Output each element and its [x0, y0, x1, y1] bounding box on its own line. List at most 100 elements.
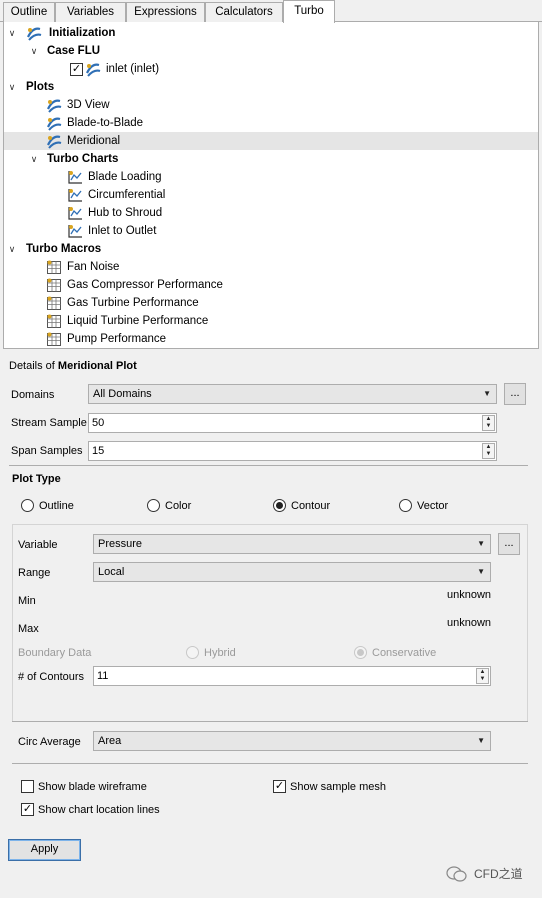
max-label: Max [18, 623, 39, 635]
chevron-down-icon[interactable]: ∨ [7, 78, 17, 96]
spinner-icon[interactable]: ▲ ▼ [482, 415, 495, 431]
radio-conservative-label[interactable]: Conservative [372, 646, 436, 660]
radio-hybrid[interactable] [186, 646, 199, 659]
contours-value: 11 [97, 670, 109, 682]
radio-color-label[interactable]: Color [165, 499, 191, 513]
tree-item-hub-to-shroud[interactable]: Hub to Shroud [88, 204, 162, 222]
macro-icon [47, 278, 61, 292]
span-samples-value: 15 [92, 445, 105, 457]
chart-icon [68, 188, 83, 202]
min-value: unknown [447, 589, 492, 601]
radio-color[interactable] [147, 499, 160, 512]
boundary-icon [85, 62, 102, 77]
radio-conservative[interactable] [354, 646, 367, 659]
plot-icon [46, 134, 63, 149]
min-label: Min [18, 595, 36, 607]
tree-item-3d-view[interactable]: 3D View [67, 96, 110, 114]
dropdown-arrow-icon: ▼ [483, 389, 491, 398]
tree-item-fan-noise[interactable]: Fan Noise [67, 258, 119, 276]
plot-icon [46, 98, 63, 113]
circ-average-label: Circ Average [18, 736, 81, 748]
tree-item-gas-compressor[interactable]: Gas Compressor Performance [67, 276, 223, 294]
tree-item-case-flu[interactable]: Case FLU [47, 42, 100, 60]
radio-outline-label[interactable]: Outline [39, 499, 74, 513]
circ-average-value: Area [98, 735, 122, 747]
sample-mesh-checkbox[interactable]: ✓ [273, 780, 286, 793]
tab-expressions[interactable]: Expressions [126, 2, 205, 22]
tab-bar: Outline Variables Expressions Calculator… [0, 0, 542, 23]
tree-item-blade-to-blade[interactable]: Blade-to-Blade [67, 114, 143, 132]
range-select[interactable]: Local ▼ [93, 562, 491, 582]
tree-item-blade-loading[interactable]: Blade Loading [88, 168, 162, 186]
radio-vector-label[interactable]: Vector [417, 499, 448, 513]
sample-mesh-label[interactable]: Show sample mesh [290, 780, 386, 794]
domains-value: All Domains [93, 388, 152, 400]
chevron-down-icon[interactable]: ∨ [7, 240, 17, 258]
radio-hybrid-label[interactable]: Hybrid [204, 646, 236, 660]
blade-wireframe-label[interactable]: Show blade wireframe [38, 780, 147, 794]
tree-item-circumferential[interactable]: Circumferential [88, 186, 165, 204]
span-samples-label: Span Samples [11, 445, 83, 457]
stream-sample-value: 50 [92, 417, 105, 429]
separator [12, 721, 528, 722]
domains-select[interactable]: All Domains ▼ [88, 384, 497, 404]
spinner-icon[interactable]: ▲ ▼ [476, 668, 489, 684]
tree-item-inlet-to-outlet[interactable]: Inlet to Outlet [88, 222, 156, 240]
tab-calculators[interactable]: Calculators [205, 2, 283, 22]
radio-outline[interactable] [21, 499, 34, 512]
wechat-icon [446, 866, 467, 882]
chart-lines-label[interactable]: Show chart location lines [38, 803, 160, 817]
plot-icon [46, 116, 63, 131]
stream-sample-input[interactable]: 50 ▲ ▼ [88, 413, 497, 433]
boundary-data-label: Boundary Data [18, 647, 92, 659]
watermark-text: CFD之道 [474, 867, 523, 881]
chart-icon [68, 224, 83, 238]
tree-item-gas-turbine[interactable]: Gas Turbine Performance [67, 294, 199, 312]
macro-icon [47, 314, 61, 328]
tab-turbo[interactable]: Turbo [283, 0, 335, 23]
tree-item-pump-performance[interactable]: Pump Performance [67, 330, 166, 348]
tree-item-meridional[interactable]: Meridional [67, 132, 120, 150]
radio-contour-label[interactable]: Contour [291, 499, 330, 513]
details-title: Meridional Plot [57, 360, 137, 372]
tab-variables[interactable]: Variables [55, 2, 126, 22]
tree-item-turbo-macros[interactable]: Turbo Macros [26, 240, 101, 258]
stream-sample-label: Stream Sample [11, 417, 87, 429]
variable-label: Variable [18, 539, 58, 551]
plot-type-heading: Plot Type [12, 473, 61, 485]
circ-average-select[interactable]: Area ▼ [93, 731, 491, 751]
inlet-checkbox[interactable]: ✓ [70, 63, 83, 76]
dropdown-arrow-icon: ▼ [477, 736, 485, 745]
tree-item-liquid-turbine[interactable]: Liquid Turbine Performance [67, 312, 208, 330]
chevron-down-icon[interactable]: ∨ [29, 42, 39, 60]
contours-input[interactable]: 11 ▲ ▼ [93, 666, 491, 686]
range-value: Local [98, 566, 125, 578]
chart-icon [68, 206, 83, 220]
turbo-tree: ∨ Initialization ∨ Case FLU ✓ inlet (inl… [3, 22, 539, 349]
details-header: Details of Meridional Plot [9, 359, 137, 373]
radio-contour[interactable] [273, 499, 286, 512]
chart-lines-checkbox[interactable]: ✓ [21, 803, 34, 816]
tree-item-inlet[interactable]: inlet (inlet) [106, 60, 159, 78]
variable-more-button[interactable]: ... [498, 533, 520, 555]
dropdown-arrow-icon: ▼ [477, 567, 485, 576]
separator [9, 465, 528, 466]
apply-button[interactable]: Apply [8, 839, 81, 861]
blade-wireframe-checkbox[interactable] [21, 780, 34, 793]
chevron-down-icon[interactable]: ∨ [7, 24, 17, 42]
radio-vector[interactable] [399, 499, 412, 512]
domains-more-button[interactable]: ... [504, 383, 526, 405]
details-prefix: Details of [9, 360, 58, 372]
tree-item-turbo-charts[interactable]: Turbo Charts [47, 150, 118, 168]
variable-select[interactable]: Pressure ▼ [93, 534, 491, 554]
initialization-icon [26, 26, 43, 41]
variable-value: Pressure [98, 538, 143, 550]
macro-icon [47, 260, 61, 274]
spinner-icon[interactable]: ▲ ▼ [482, 443, 495, 459]
tree-item-initialization[interactable]: Initialization [49, 24, 115, 42]
max-value: unknown [447, 617, 492, 629]
tree-item-plots[interactable]: Plots [26, 78, 54, 96]
tab-outline[interactable]: Outline [3, 2, 55, 22]
span-samples-input[interactable]: 15 ▲ ▼ [88, 441, 497, 461]
chevron-down-icon[interactable]: ∨ [29, 150, 39, 168]
